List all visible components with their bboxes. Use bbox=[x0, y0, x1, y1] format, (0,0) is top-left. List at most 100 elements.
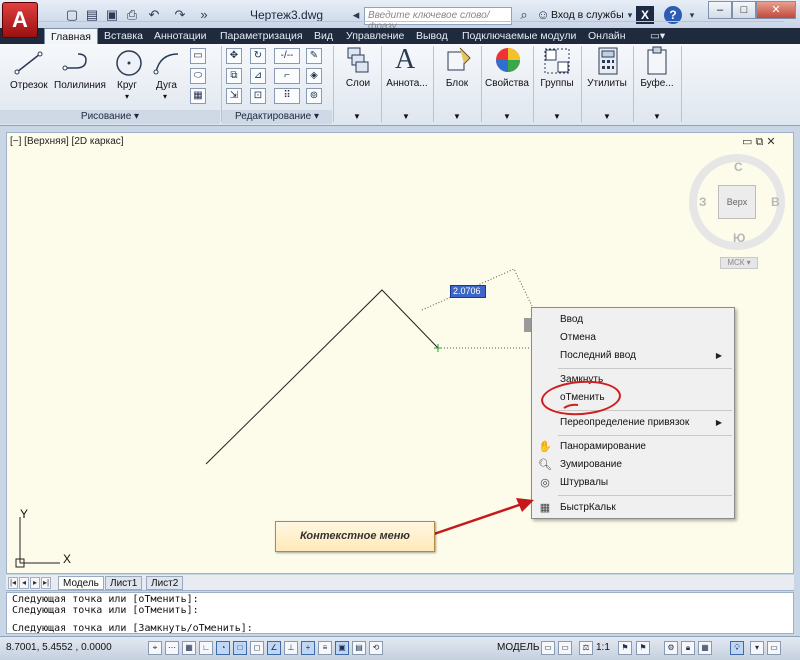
hardware-acceleration-icon[interactable]: ▦ bbox=[698, 641, 712, 655]
ribbon-minimize-icon[interactable]: ▭▾ bbox=[644, 28, 671, 44]
selection-cycling-icon[interactable]: ⟲ bbox=[369, 641, 383, 655]
minimize-button[interactable]: – bbox=[708, 1, 732, 19]
hatch-icon[interactable]: ▦ bbox=[190, 88, 206, 104]
otrack-icon[interactable]: ∠ bbox=[267, 641, 281, 655]
offset-icon[interactable]: ⊚ bbox=[306, 88, 322, 104]
polyline-tool-icon[interactable] bbox=[62, 50, 92, 76]
coordinates-readout[interactable]: 8.7001, 5.4552 , 0.0000 bbox=[6, 642, 112, 653]
dynamic-input-field[interactable]: 2.0706 bbox=[450, 285, 486, 298]
ortho-icon[interactable]: ∟ bbox=[199, 641, 213, 655]
move-icon[interactable]: ✥ bbox=[226, 48, 242, 64]
command-prompt[interactable]: Следующая точка или [Замкнуть/оТменить]: bbox=[12, 623, 253, 634]
line-tool-label[interactable]: Отрезок bbox=[10, 80, 48, 91]
draw-panel-title[interactable]: Рисование ▾ bbox=[0, 110, 220, 124]
model-space-toggle[interactable]: МОДЕЛЬ bbox=[497, 642, 539, 653]
tab-view[interactable]: Вид bbox=[308, 28, 339, 44]
circle-dropdown-icon[interactable]: ▾ bbox=[125, 92, 129, 101]
auto-scale-icon[interactable]: ⚑ bbox=[636, 641, 650, 655]
lock-icon[interactable]: 🔒︎ bbox=[681, 641, 695, 655]
modify-panel-title[interactable]: Редактирование ▾ bbox=[222, 110, 332, 124]
line-tool-icon[interactable] bbox=[14, 50, 44, 76]
prev-tab-icon[interactable]: ◂ bbox=[19, 577, 29, 589]
circle-tool-label[interactable]: Круг bbox=[117, 80, 137, 91]
viewcube-south[interactable]: Ю bbox=[733, 231, 745, 245]
utilities-tool[interactable]: Утилиты ▼ bbox=[582, 44, 632, 124]
transparency-icon[interactable]: ▣ bbox=[335, 641, 349, 655]
tab-annotate[interactable]: Аннотации bbox=[148, 28, 213, 44]
rotate-icon[interactable]: ↻ bbox=[250, 48, 266, 64]
tab-plugins[interactable]: Подключаемые модули bbox=[456, 28, 582, 44]
last-tab-icon[interactable]: ▸| bbox=[41, 577, 51, 589]
layout-tab-sheet2[interactable]: Лист2 bbox=[146, 576, 184, 590]
first-tab-icon[interactable]: |◂ bbox=[8, 577, 18, 589]
tab-parametric[interactable]: Параметризация bbox=[214, 28, 309, 44]
next-tab-icon[interactable]: ▸ bbox=[30, 577, 40, 589]
viewcube-face[interactable]: Верх bbox=[718, 185, 756, 219]
tab-online[interactable]: Онлайн bbox=[582, 28, 632, 44]
explode-icon[interactable]: ◈ bbox=[306, 68, 322, 84]
polar-icon[interactable]: ◔ bbox=[216, 641, 230, 655]
ellipse-icon[interactable]: ⬭ bbox=[190, 68, 206, 84]
clipboard-tool[interactable]: Буфе... ▼ bbox=[634, 44, 680, 124]
quick-properties-icon[interactable]: ▤ bbox=[352, 641, 366, 655]
menu-item-steering-wheels[interactable]: ◎ Штурвалы bbox=[532, 474, 734, 492]
arc-tool-label[interactable]: Дуга bbox=[156, 80, 177, 91]
osnap-icon[interactable]: □ bbox=[233, 641, 247, 655]
menu-item-cancel[interactable]: Отмена bbox=[532, 329, 734, 347]
annotation-visibility-icon[interactable]: ⚑ bbox=[618, 641, 632, 655]
menu-item-snap-overrides[interactable]: Переопределение привязок ▶ bbox=[532, 414, 734, 432]
snap-mode-icon[interactable]: ⋯ bbox=[165, 641, 179, 655]
scale-icon[interactable]: ⊡ bbox=[250, 88, 266, 104]
layout-tab-model[interactable]: Модель bbox=[58, 576, 104, 590]
stretch-icon[interactable]: ⇲ bbox=[226, 88, 242, 104]
wcs-menu[interactable]: МСК ▾ bbox=[720, 257, 758, 269]
workspace-icon[interactable]: ⚙ bbox=[664, 641, 678, 655]
ucs-toggle-icon[interactable]: ⊥ bbox=[284, 641, 298, 655]
grid-icon[interactable]: ▦ bbox=[182, 641, 196, 655]
menu-item-enter[interactable]: Ввод bbox=[532, 311, 734, 329]
rectangle-icon[interactable]: ▭ bbox=[190, 48, 206, 64]
search-input[interactable]: Введите ключевое слово/фразу bbox=[364, 7, 512, 32]
tab-home[interactable]: Главная bbox=[44, 28, 98, 44]
block-tool[interactable]: Блок ▼ bbox=[434, 44, 480, 124]
tab-manage[interactable]: Управление bbox=[340, 28, 410, 44]
viewcube-west[interactable]: З bbox=[699, 195, 707, 209]
annotation-scale-icon[interactable]: ⚖ bbox=[579, 641, 593, 655]
menu-item-pan[interactable]: ✋ Панорамирование bbox=[532, 438, 734, 456]
arc-dropdown-icon[interactable]: ▾ bbox=[163, 92, 167, 101]
lineweight-icon[interactable]: ≡ bbox=[318, 641, 332, 655]
annotation-scale-value[interactable]: 1:1 bbox=[596, 642, 610, 653]
maximize-button[interactable]: □ bbox=[732, 1, 756, 19]
menu-item-zoom[interactable]: 🔍︎ Зумирование bbox=[532, 456, 734, 474]
fillet-icon[interactable]: ⌐ bbox=[274, 68, 300, 84]
viewcube-north[interactable]: С bbox=[734, 160, 743, 174]
viewcube-east[interactable]: В bbox=[771, 195, 780, 209]
clean-screen-icon[interactable]: ▭ bbox=[767, 641, 781, 655]
copy-icon[interactable]: ⧉ bbox=[226, 68, 242, 84]
menu-item-quickcalc[interactable]: ▦ БыстрКальк bbox=[532, 499, 734, 517]
status-menu-icon[interactable]: ▾ bbox=[750, 641, 764, 655]
quick-view-layouts-icon[interactable]: ▭ bbox=[541, 641, 555, 655]
menu-item-recent-input[interactable]: Последний ввод ▶ bbox=[532, 347, 734, 365]
3d-osnap-icon[interactable]: ◻ bbox=[250, 641, 264, 655]
arc-tool-icon[interactable] bbox=[152, 50, 182, 76]
mirror-icon[interactable]: ⊿ bbox=[250, 68, 266, 84]
annotation-tool[interactable]: A Аннота... ▼ bbox=[382, 44, 432, 124]
close-button[interactable]: ✕ bbox=[756, 1, 796, 19]
tab-output[interactable]: Вывод bbox=[410, 28, 454, 44]
isolate-objects-icon[interactable]: 💡︎ bbox=[730, 641, 744, 655]
erase-icon[interactable]: ✎ bbox=[306, 48, 322, 64]
application-menu-button[interactable]: A bbox=[2, 2, 38, 38]
tab-insert[interactable]: Вставка bbox=[98, 28, 149, 44]
infer-constraints-icon[interactable]: ⌖ bbox=[148, 641, 162, 655]
quick-view-drawings-icon[interactable]: ▭ bbox=[558, 641, 572, 655]
polyline-tool-label[interactable]: Полилиния bbox=[54, 80, 106, 91]
layers-tool[interactable]: Слои ▼ bbox=[336, 44, 380, 124]
properties-tool[interactable]: Свойства ▼ bbox=[482, 44, 532, 124]
array-icon[interactable]: ⠿ bbox=[274, 88, 300, 104]
layout-tab-sheet1[interactable]: Лист1 bbox=[105, 576, 143, 590]
dynamic-input-icon[interactable]: + bbox=[301, 641, 315, 655]
circle-tool-icon[interactable] bbox=[114, 48, 144, 78]
groups-tool[interactable]: Группы ▼ bbox=[534, 44, 580, 124]
sign-in-link[interactable]: Вход в службы bbox=[551, 9, 624, 21]
